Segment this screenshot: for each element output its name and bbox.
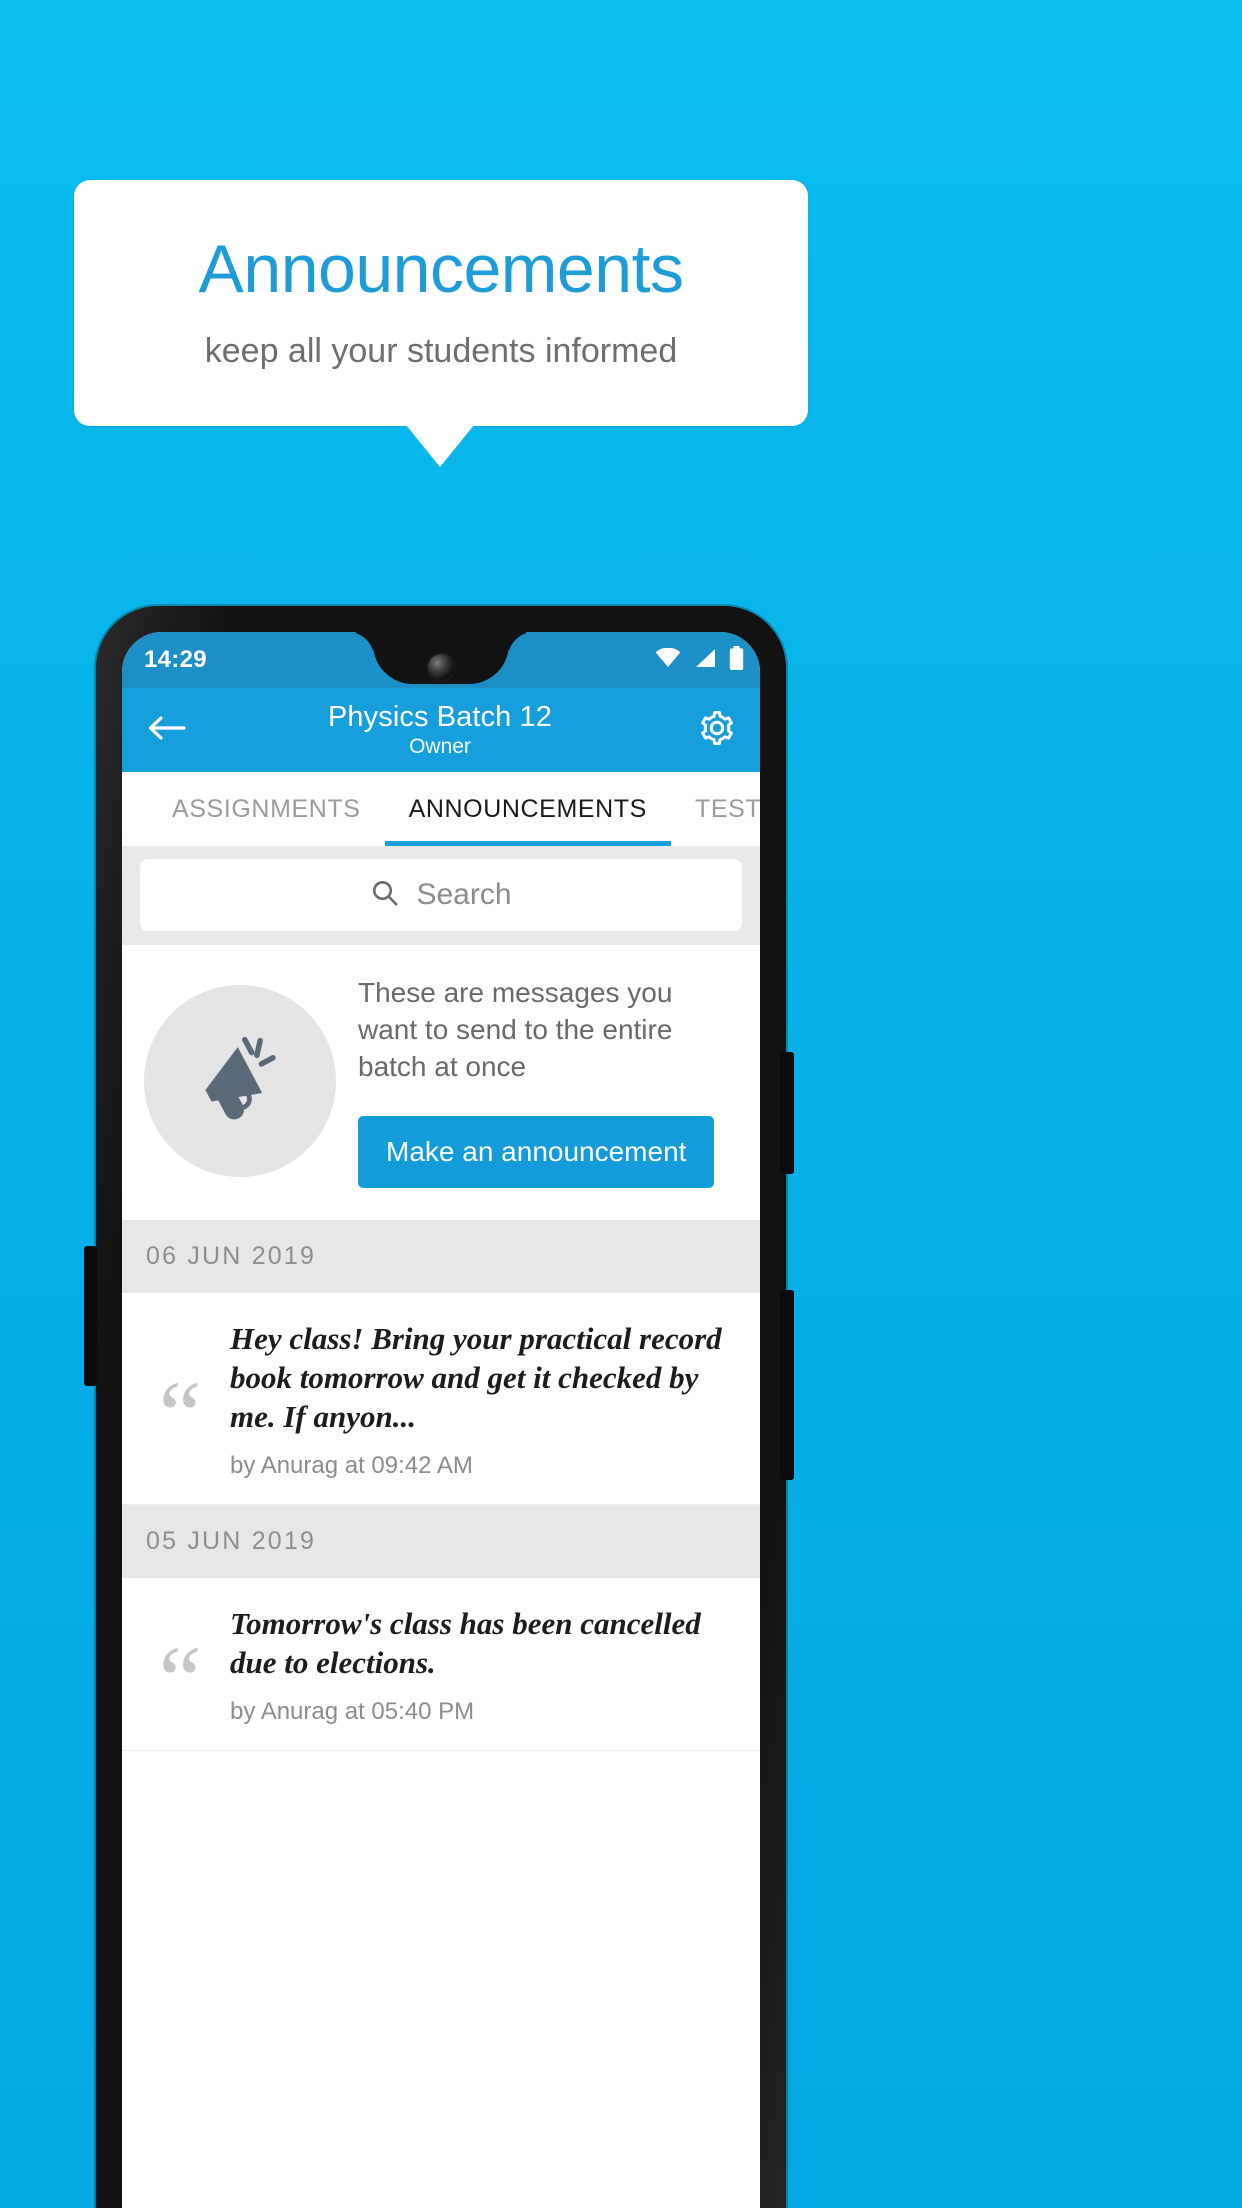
announcement-meta: by Anurag at 05:40 PM: [230, 1698, 475, 1726]
tab-bar: ASSIGNMENTS ANNOUNCEMENTS TESTS V: [122, 772, 760, 846]
tab-tests[interactable]: TESTS: [671, 772, 760, 846]
empty-state-banner: These are messages you want to send to t…: [122, 945, 760, 1220]
megaphone-icon-container: [144, 985, 336, 1178]
make-announcement-button[interactable]: Make an announcement: [358, 1115, 715, 1188]
volume-button[interactable]: [780, 1052, 794, 1174]
page-title: Announcements: [198, 231, 684, 308]
quote-mark-icon: “: [158, 1626, 202, 1734]
announcement-item[interactable]: “ Hey class! Bring your practical record…: [122, 1292, 760, 1505]
search-icon: [370, 878, 400, 913]
announcement-text: Tomorrow's class has been cancelled due …: [230, 1606, 701, 1681]
announcement-text: Hey class! Bring your practical record b…: [230, 1320, 722, 1434]
quote-mark-icon: “: [158, 1360, 202, 1468]
tab-announcements[interactable]: ANNOUNCEMENTS: [384, 772, 672, 846]
batch-role: Owner: [409, 735, 471, 759]
megaphone-icon: [188, 1027, 292, 1136]
tab-assignments[interactable]: ASSIGNMENTS: [148, 772, 385, 846]
signal-icon: [694, 648, 716, 673]
battery-icon: [729, 645, 744, 675]
batch-title: Physics Batch 12: [327, 700, 553, 733]
date-header: 06 JUN 2019: [122, 1219, 760, 1293]
front-camera-icon: [428, 654, 454, 680]
status-bar-icons: [655, 645, 744, 675]
empty-state-description: These are messages you want to send to t…: [358, 977, 673, 1082]
gear-icon[interactable]: [698, 709, 736, 752]
app-bar: Physics Batch 12 Owner: [122, 688, 760, 772]
back-arrow-icon[interactable]: [146, 713, 186, 748]
announcement-body: Tomorrow's class has been cancelled due …: [230, 1604, 740, 1726]
promo-callout-card: Announcements keep all your students inf…: [74, 180, 808, 426]
status-bar-time: 14:29: [144, 646, 207, 673]
search-bar-container: Search: [122, 846, 760, 945]
search-placeholder: Search: [416, 878, 512, 911]
power-button[interactable]: [780, 1290, 794, 1480]
announcement-body: Hey class! Bring your practical record b…: [230, 1319, 740, 1480]
phone-screen: 14:29 Physics Batch 12 Owner ASSIGNMENTS…: [122, 632, 760, 2208]
date-header: 05 JUN 2019: [122, 1505, 760, 1578]
callout-tail: [406, 425, 474, 467]
status-bar: 14:29: [122, 632, 760, 688]
search-input[interactable]: Search: [140, 859, 742, 931]
announcement-meta: by Anurag at 09:42 AM: [230, 1452, 473, 1479]
page-subtitle: keep all your students informed: [204, 332, 678, 371]
wifi-icon: [655, 647, 681, 673]
app-bar-titles: Physics Batch 12 Owner: [182, 700, 698, 759]
assistant-button[interactable]: [84, 1246, 97, 1386]
announcement-item[interactable]: “ Tomorrow's class has been cancelled du…: [122, 1578, 760, 1752]
empty-state-content: These are messages you want to send to t…: [358, 975, 738, 1188]
phone-device: 14:29 Physics Batch 12 Owner ASSIGNMENTS…: [96, 606, 786, 2208]
